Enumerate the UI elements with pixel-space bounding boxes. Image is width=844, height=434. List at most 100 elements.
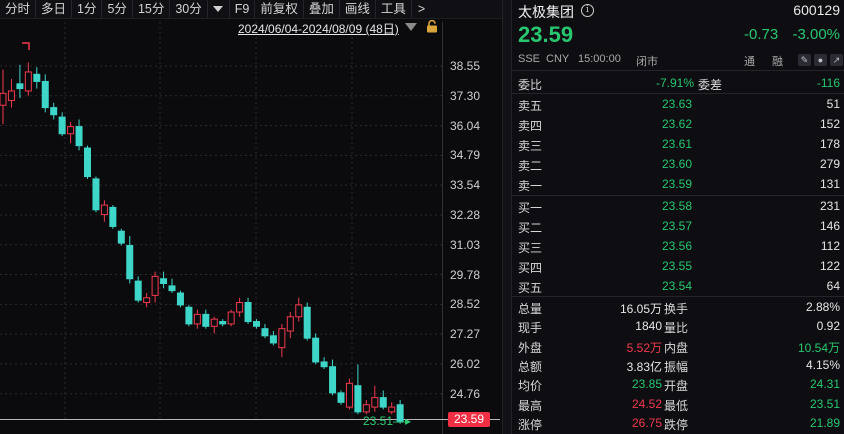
date-range-label[interactable]: 2024/06/04-2024/08/09 (48日) <box>238 20 399 37</box>
level-price: 23.55 <box>661 259 692 273</box>
lock-icon[interactable] <box>426 20 438 33</box>
level-volume: 152 <box>819 117 840 131</box>
range-dropdown-icon[interactable] <box>405 23 417 31</box>
order-ratio-value: -7.91% <box>655 76 694 90</box>
panel-splitter[interactable] <box>502 0 512 434</box>
candle-body <box>176 292 184 306</box>
candle-body <box>337 392 345 403</box>
candle[interactable] <box>168 278 176 294</box>
candle[interactable] <box>320 357 328 370</box>
candle-body <box>143 297 151 304</box>
candle[interactable] <box>24 62 32 96</box>
candle[interactable] <box>329 359 337 396</box>
price-tick-label: 24.76 <box>450 386 481 401</box>
candle[interactable] <box>33 67 41 89</box>
market-meta-row: SSE CNY 15:00:00 闭市 通 融 ✎ ● ↗ <box>518 53 843 69</box>
candle[interactable] <box>312 333 320 365</box>
candle[interactable] <box>227 309 235 327</box>
level-price: 23.56 <box>661 239 692 253</box>
stats-row: 外盘 5.52万 内盘 10.54万 <box>512 337 844 355</box>
info-icon[interactable]: i <box>581 4 594 17</box>
margin-trading-label[interactable]: 融 <box>772 53 783 69</box>
candle[interactable] <box>176 290 184 308</box>
candle[interactable] <box>0 69 7 125</box>
candle[interactable] <box>337 390 345 405</box>
candle-body <box>126 244 134 280</box>
candle[interactable] <box>134 276 142 303</box>
candle[interactable] <box>117 228 125 246</box>
candle[interactable] <box>16 64 24 99</box>
candle[interactable] <box>269 331 277 346</box>
candle-body <box>354 385 362 413</box>
stat-label: 跌停 <box>664 417 689 432</box>
candle[interactable] <box>193 309 201 329</box>
candle-body <box>345 382 353 408</box>
candle[interactable] <box>100 200 108 222</box>
candle[interactable] <box>143 293 151 308</box>
candle[interactable] <box>278 323 286 358</box>
stat-label: 外盘 <box>518 340 543 355</box>
stat-value: 10.54万 <box>797 340 840 355</box>
candle[interactable] <box>7 79 15 108</box>
candle[interactable] <box>244 297 252 324</box>
level-label: 卖三 <box>518 139 543 153</box>
stat-label: 换手 <box>664 302 689 316</box>
bid-level-row: 买五 23.54 64 <box>512 277 844 295</box>
candle[interactable] <box>345 378 353 410</box>
candle[interactable] <box>219 319 227 327</box>
candle-body <box>261 328 269 337</box>
candle[interactable] <box>151 271 159 303</box>
stats-row: 总额 3.83亿 振幅 4.15% <box>512 356 844 374</box>
candle[interactable] <box>371 385 379 412</box>
candle[interactable] <box>261 323 269 339</box>
candle-body <box>253 321 260 327</box>
divider <box>512 93 844 94</box>
stat-label: 最高 <box>518 398 543 413</box>
candle-body <box>7 90 15 101</box>
candle[interactable] <box>388 402 396 415</box>
candle[interactable] <box>236 297 244 317</box>
candle[interactable] <box>109 205 117 229</box>
high-marker <box>22 42 30 50</box>
stat-value: 16.05万 <box>619 302 662 316</box>
candle[interactable] <box>210 316 218 334</box>
share-icon[interactable]: ↗ <box>830 54 843 66</box>
candle[interactable] <box>92 176 100 213</box>
candle[interactable] <box>75 119 83 151</box>
candle-body <box>50 107 58 116</box>
level-price: 23.54 <box>661 279 692 293</box>
price-tick-label: 34.79 <box>450 148 481 163</box>
kline-chart-panel[interactable]: 分时 多日 1分 5分 15分 30分 F9 前复权 叠加 画线 工具 > 20… <box>0 0 502 434</box>
candle[interactable] <box>185 304 193 327</box>
candle-body <box>92 178 100 211</box>
level-label: 卖五 <box>518 99 543 113</box>
candle[interactable] <box>253 319 260 329</box>
level-price: 23.59 <box>661 177 692 191</box>
candle[interactable] <box>50 102 58 120</box>
edit-icon[interactable]: ✎ <box>798 54 811 66</box>
stat-value: 5.52万 <box>626 340 662 355</box>
candle[interactable] <box>362 399 370 415</box>
order-diff-label: 委差 <box>698 78 723 92</box>
candle-body <box>109 206 117 227</box>
candle[interactable] <box>303 302 311 341</box>
candle[interactable] <box>354 364 362 415</box>
candle[interactable] <box>67 121 75 144</box>
candle[interactable] <box>58 112 66 137</box>
candle-body <box>303 306 311 339</box>
ask-level-row: 卖一 23.59 131 <box>512 175 844 193</box>
kline-chart-svg[interactable] <box>0 0 502 434</box>
level-volume: 231 <box>819 199 840 213</box>
bell-icon[interactable]: ● <box>814 54 827 66</box>
candle[interactable] <box>286 312 294 339</box>
candle[interactable] <box>202 309 210 329</box>
candle[interactable] <box>126 235 134 284</box>
level-volume: 146 <box>819 219 840 233</box>
candle[interactable] <box>41 74 49 113</box>
candle-body <box>84 147 91 178</box>
level-label: 买四 <box>518 261 543 275</box>
stock-connect-label[interactable]: 通 <box>744 53 755 69</box>
candle[interactable] <box>295 297 303 322</box>
candle[interactable] <box>84 145 91 179</box>
level-volume: 64 <box>826 279 840 293</box>
